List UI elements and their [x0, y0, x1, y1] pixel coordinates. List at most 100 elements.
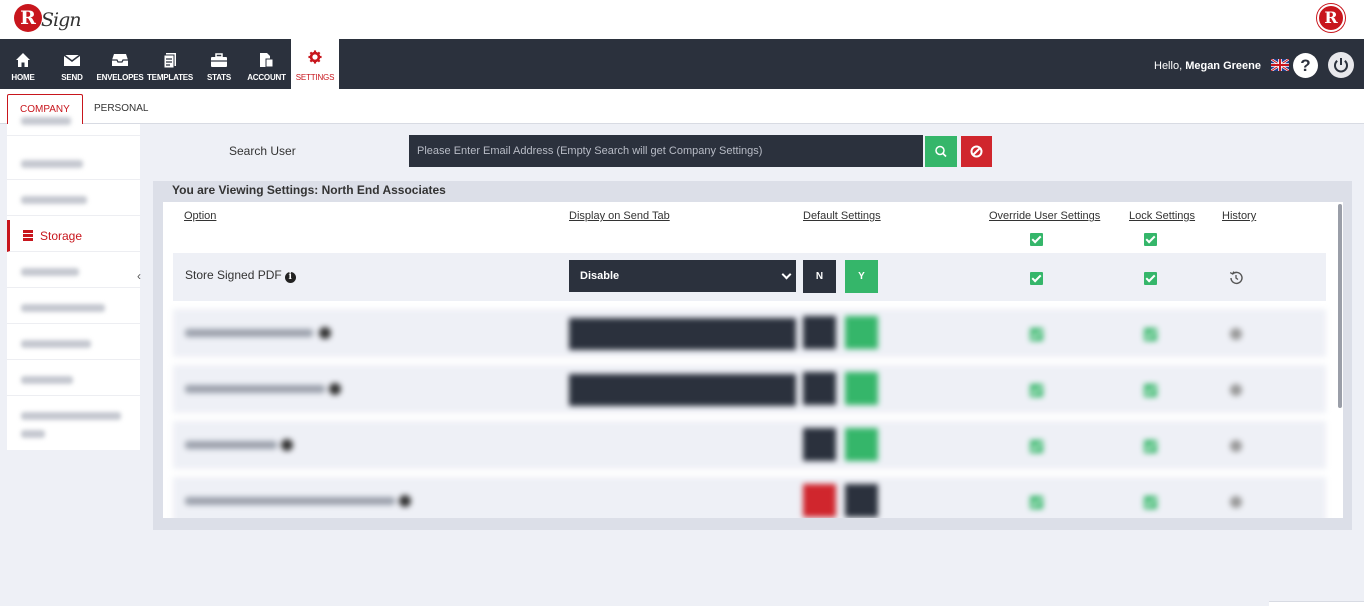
panel-title: You are Viewing Settings: North End Asso… — [172, 183, 446, 197]
sidebar-item[interactable] — [7, 184, 140, 216]
setting-row-blurred — [173, 421, 1326, 469]
blurred-override-checkbox[interactable] — [1030, 496, 1043, 509]
blurred-override-checkbox[interactable] — [1030, 440, 1043, 453]
override-checkbox[interactable] — [1030, 272, 1043, 285]
blurred-info-icon — [319, 327, 331, 339]
nav-home[interactable]: HOME — [4, 39, 42, 89]
blurred-info-icon — [281, 439, 293, 451]
blurred-lock-checkbox[interactable] — [1144, 496, 1157, 509]
blurred-no-button[interactable] — [803, 428, 836, 461]
blurred-lock-checkbox[interactable] — [1144, 384, 1157, 397]
greeting-prefix: Hello, — [1154, 60, 1186, 72]
sidebar-blurred-label — [21, 196, 87, 204]
nav-envelopes-label: ENVELOPES — [96, 73, 144, 82]
col-header-history: History — [1222, 210, 1257, 222]
logo-word: Sign — [41, 9, 81, 31]
search-user-input[interactable] — [409, 135, 923, 167]
user-greeting: Hello, Megan Greene — [1154, 60, 1261, 72]
sidebar-blurred-label — [21, 412, 121, 420]
power-icon — [1334, 58, 1348, 73]
blurred-select[interactable] — [569, 318, 796, 350]
uk-flag-icon[interactable] — [1271, 59, 1289, 71]
nav-send[interactable]: SEND — [55, 39, 89, 89]
blurred-history-icon[interactable] — [1230, 440, 1242, 452]
blurred-history-icon[interactable] — [1230, 384, 1242, 396]
search-button[interactable] — [925, 136, 957, 167]
blurred-info-icon — [399, 495, 411, 507]
sidebar-item[interactable] — [7, 256, 140, 288]
nav-envelopes[interactable]: ENVELOPES — [96, 39, 144, 89]
logo-letter: R — [14, 4, 42, 32]
setting-row-blurred — [173, 477, 1326, 518]
info-icon[interactable]: i — [284, 272, 296, 283]
blurred-history-icon[interactable] — [1230, 328, 1242, 340]
search-user-label: Search User — [229, 144, 296, 158]
blurred-label — [185, 497, 395, 505]
sidebar-item-storage[interactable]: Storage — [7, 220, 140, 252]
lock-checkbox[interactable] — [1144, 272, 1157, 285]
default-yes-button[interactable]: Y — [845, 260, 878, 293]
lock-all-checkbox[interactable] — [1144, 233, 1157, 246]
sidebar-collapse-toggle[interactable]: ‹ — [137, 269, 141, 283]
brand-bar: R Sign R — [0, 0, 1364, 39]
setting-label-text: Store Signed PDF — [185, 268, 282, 282]
sidebar-blurred-label — [21, 376, 73, 384]
blurred-yes-button[interactable] — [845, 372, 878, 405]
nav-templates[interactable]: TEMPLATES — [147, 39, 193, 89]
nav-stats[interactable]: STATS — [204, 39, 234, 89]
scrollbar-thumb[interactable] — [1338, 204, 1342, 408]
blurred-no-button[interactable] — [803, 316, 836, 349]
sidebar-blurred-label — [21, 160, 83, 168]
blurred-no-button[interactable] — [803, 372, 836, 405]
blurred-yes-button[interactable] — [845, 484, 878, 517]
table-scrollbar[interactable] — [1337, 202, 1343, 518]
col-header-lock: Lock Settings — [1129, 210, 1196, 222]
sidebar-item[interactable] — [7, 400, 140, 448]
envelope-icon — [63, 54, 81, 66]
chevron-down-icon — [781, 269, 792, 280]
override-all-checkbox[interactable] — [1030, 233, 1043, 246]
blurred-override-checkbox[interactable] — [1030, 384, 1043, 397]
settings-panel: You are Viewing Settings: North End Asso… — [153, 181, 1352, 530]
blurred-no-button[interactable] — [803, 484, 836, 517]
database-icon — [23, 230, 33, 241]
col-header-display: Display on Send Tab — [569, 210, 670, 222]
search-icon — [935, 145, 947, 158]
sidebar-item[interactable] — [7, 292, 140, 324]
blurred-history-icon[interactable] — [1230, 496, 1242, 508]
default-no-button[interactable]: N — [803, 260, 836, 293]
logout-button[interactable] — [1328, 52, 1354, 78]
display-on-send-select[interactable]: Disable — [569, 260, 796, 292]
blurred-yes-button[interactable] — [845, 316, 878, 349]
inbox-icon — [112, 54, 128, 66]
blurred-info-icon — [329, 383, 341, 395]
gear-icon — [308, 50, 322, 64]
blurred-label — [185, 385, 325, 393]
clear-search-button[interactable] — [961, 136, 992, 167]
sidebar-blurred-label — [21, 304, 105, 312]
user-name[interactable]: Megan Greene — [1185, 60, 1261, 72]
sidebar-item[interactable] — [7, 328, 140, 360]
col-header-option: Option — [184, 210, 217, 222]
sidebar-blurred-label — [21, 340, 91, 348]
sidebar-blurred-label — [21, 117, 71, 125]
nav-account[interactable]: ACCOUNT — [246, 39, 287, 89]
history-icon[interactable] — [1228, 270, 1244, 286]
col-header-override: Override User Settings — [989, 210, 1101, 222]
nav-settings[interactable]: SETTINGS — [291, 39, 339, 89]
nav-settings-label: SETTINGS — [295, 73, 335, 82]
rpost-logo: R — [1317, 4, 1345, 32]
sidebar-item[interactable] — [7, 148, 140, 180]
sidebar-item[interactable] — [7, 364, 140, 396]
sidebar-item[interactable] — [7, 114, 140, 136]
col-header-default: Default Settings — [803, 210, 881, 222]
blurred-lock-checkbox[interactable] — [1144, 328, 1157, 341]
blurred-yes-button[interactable] — [845, 428, 878, 461]
rsign-logo[interactable]: R Sign — [14, 4, 81, 36]
sidebar-blurred-label — [21, 268, 79, 276]
blurred-override-checkbox[interactable] — [1030, 328, 1043, 341]
help-button[interactable]: ? — [1293, 53, 1318, 78]
sidebar-blurred-label — [21, 430, 45, 438]
blurred-select[interactable] — [569, 374, 796, 406]
blurred-lock-checkbox[interactable] — [1144, 440, 1157, 453]
